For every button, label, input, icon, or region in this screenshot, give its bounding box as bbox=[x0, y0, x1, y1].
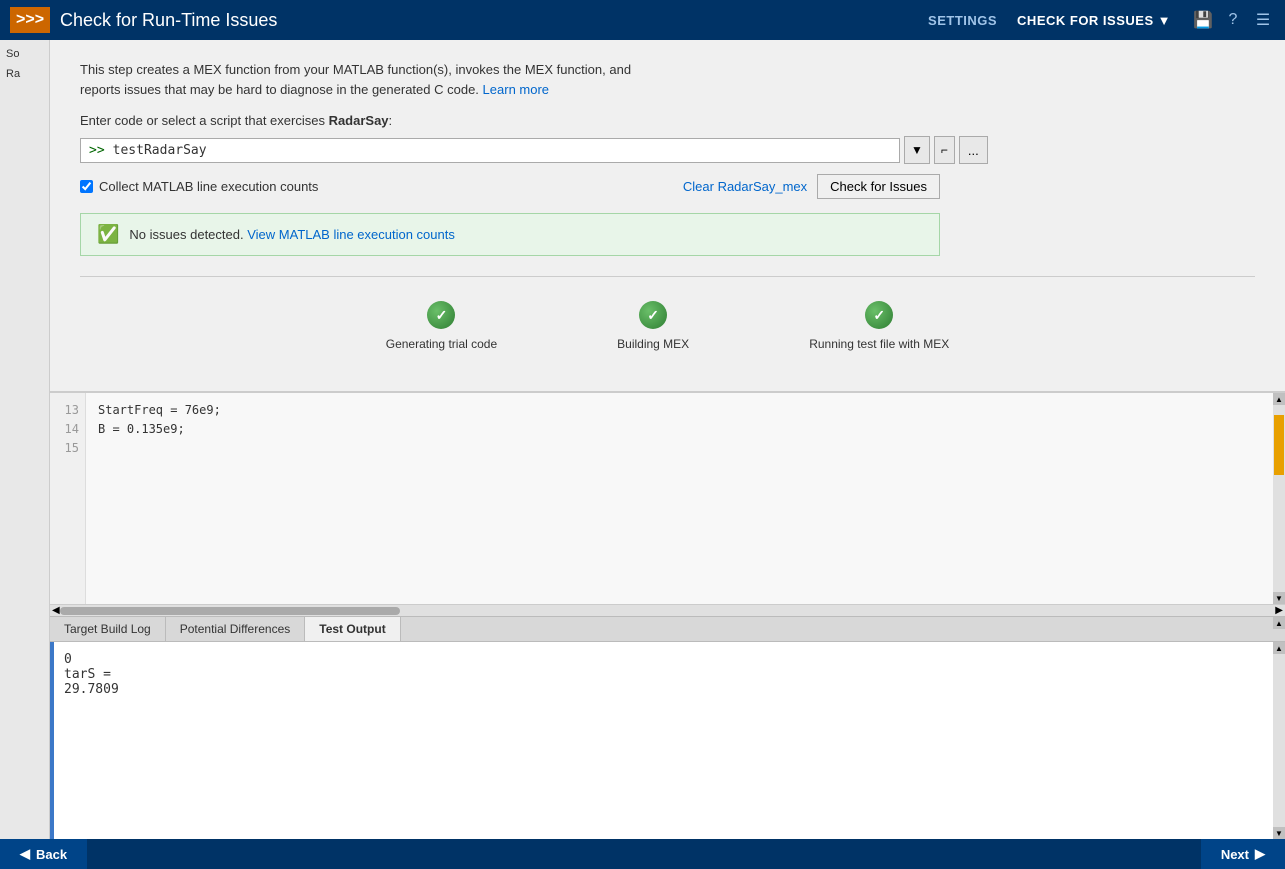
next-button[interactable]: Next ▶ bbox=[1201, 839, 1285, 869]
tab-target-build-log[interactable]: Target Build Log bbox=[50, 617, 166, 641]
next-label: Next bbox=[1221, 847, 1249, 862]
success-icon: ✅ bbox=[97, 224, 119, 245]
back-label: Back bbox=[36, 847, 67, 862]
back-button[interactable]: ◀ Back bbox=[0, 839, 87, 869]
output-line5: 29.7809 bbox=[64, 682, 1263, 697]
step1-icon bbox=[427, 301, 455, 329]
right-scrollbar[interactable]: ▲ ▼ bbox=[1273, 393, 1285, 604]
output-scroll-down[interactable]: ▼ bbox=[1273, 827, 1285, 839]
logo-arrows-text: >>> bbox=[16, 11, 44, 29]
input-row: >> ▼ ⌐ ... bbox=[80, 136, 1255, 164]
step3-label: Running test file with MEX bbox=[809, 337, 949, 351]
dropdown-btn[interactable]: ▼ bbox=[904, 136, 930, 164]
step3-icon bbox=[865, 301, 893, 329]
code-input-wrapper: >> bbox=[80, 138, 900, 163]
nav-check-issues[interactable]: CHECK FOR ISSUES ▼ bbox=[1017, 13, 1171, 28]
main-layout: So Ra This step creates a MEX function f… bbox=[0, 40, 1285, 839]
output-scroll-up[interactable]: ▲ bbox=[1273, 642, 1285, 654]
checkbox-label[interactable]: Collect MATLAB line execution counts bbox=[80, 179, 318, 194]
bottom-bar: ◀ Back Next ▶ bbox=[0, 839, 1285, 869]
tabs-bar: Target Build Log Potential Differences T… bbox=[50, 616, 1285, 642]
help-icon[interactable]: ? bbox=[1221, 8, 1245, 32]
header-nav: SETTINGS CHECK FOR ISSUES ▼ bbox=[928, 13, 1171, 28]
line-num-15: 15 bbox=[56, 439, 79, 458]
tab-potential-differences[interactable]: Potential Differences bbox=[166, 617, 306, 641]
code-prompt: >> bbox=[89, 143, 105, 158]
step2-icon bbox=[639, 301, 667, 329]
description-text: This step creates a MEX function from yo… bbox=[80, 60, 1255, 99]
content-area: This step creates a MEX function from yo… bbox=[50, 40, 1285, 839]
editor-area: 13 14 15 StartFreq = 76e9; B = 0.135e9; … bbox=[50, 392, 1285, 616]
sidebar: So Ra bbox=[0, 40, 50, 839]
options-row: Collect MATLAB line execution counts Cle… bbox=[80, 174, 940, 199]
tab-test-output[interactable]: Test Output bbox=[305, 617, 400, 641]
tab-spacer bbox=[401, 617, 1273, 641]
step1-label: Generating trial code bbox=[386, 337, 497, 351]
scrollbar-down-arrow[interactable]: ▼ bbox=[1273, 592, 1285, 604]
output-container: 0 tarS = 29.7809 ▲ ▼ bbox=[50, 642, 1285, 839]
horizontal-scrollbar[interactable]: ◀ ▶ bbox=[50, 604, 1285, 616]
step-running: Running test file with MEX bbox=[809, 301, 949, 351]
collect-counts-checkbox[interactable] bbox=[80, 180, 93, 193]
main-panel: This step creates a MEX function from yo… bbox=[50, 40, 1285, 392]
scroll-right-arrow[interactable]: ▶ bbox=[1275, 605, 1283, 616]
editor-content: 13 14 15 StartFreq = 76e9; B = 0.135e9; … bbox=[50, 393, 1285, 604]
scroll-left-arrow[interactable]: ◀ bbox=[52, 605, 60, 616]
next-arrow-icon: ▶ bbox=[1255, 846, 1265, 862]
menu-icon[interactable]: ☰ bbox=[1251, 8, 1275, 32]
step-generating: Generating trial code bbox=[386, 301, 497, 351]
header-left: >>> Check for Run-Time Issues bbox=[10, 7, 277, 33]
nav-settings[interactable]: SETTINGS bbox=[928, 13, 997, 28]
header-icons: 💾 ? ☰ bbox=[1191, 8, 1275, 32]
tabs-output-area: Target Build Log Potential Differences T… bbox=[50, 616, 1285, 839]
scrollbar-thumb[interactable] bbox=[1274, 415, 1284, 475]
learn-more-link[interactable]: Learn more bbox=[483, 82, 549, 97]
back-arrow-icon: ◀ bbox=[20, 846, 30, 862]
code-line-14: StartFreq = 76e9; bbox=[98, 401, 1261, 420]
scrollbar-track bbox=[1273, 405, 1285, 592]
function-name: RadarSay bbox=[329, 113, 389, 128]
clear-link[interactable]: Clear RadarSay_mex bbox=[683, 179, 807, 194]
save-icon[interactable]: 💾 bbox=[1191, 8, 1215, 32]
output-area: 0 tarS = 29.7809 bbox=[50, 642, 1273, 839]
logo-icon: >>> bbox=[10, 7, 50, 33]
sidebar-item-ra[interactable]: Ra bbox=[0, 64, 49, 84]
view-counts-link[interactable]: View MATLAB line execution counts bbox=[247, 227, 455, 242]
check-issues-button[interactable]: Check for Issues bbox=[817, 174, 940, 199]
header-title: Check for Run-Time Issues bbox=[60, 10, 277, 31]
ellipsis-btn[interactable]: ... bbox=[959, 136, 988, 164]
separator bbox=[80, 276, 1255, 277]
success-text: No issues detected. View MATLAB line exe… bbox=[129, 227, 454, 242]
steps-row: Generating trial code Building MEX Runni… bbox=[80, 291, 1255, 371]
header: >>> Check for Run-Time Issues SETTINGS C… bbox=[0, 0, 1285, 40]
enter-code-label: Enter code or select a script that exerc… bbox=[80, 113, 1255, 128]
tab-scroll-up[interactable]: ▲ bbox=[1273, 617, 1285, 629]
scrollbar-thumb-h[interactable] bbox=[60, 607, 400, 615]
nav-check-arrow: ▼ bbox=[1158, 13, 1171, 28]
line-num-14: 14 bbox=[56, 420, 79, 439]
line-num-13: 13 bbox=[56, 401, 79, 420]
step-building: Building MEX bbox=[617, 301, 689, 351]
code-content[interactable]: StartFreq = 76e9; B = 0.135e9; bbox=[86, 393, 1273, 604]
header-right: SETTINGS CHECK FOR ISSUES ▼ 💾 ? ☰ bbox=[928, 8, 1275, 32]
success-bar: ✅ No issues detected. View MATLAB line e… bbox=[80, 213, 940, 256]
sidebar-item-so[interactable]: So bbox=[0, 44, 49, 64]
step2-label: Building MEX bbox=[617, 337, 689, 351]
line-numbers: 13 14 15 bbox=[50, 393, 86, 604]
scrollbar-up-arrow[interactable]: ▲ bbox=[1273, 393, 1285, 405]
options-right: Clear RadarSay_mex Check for Issues bbox=[683, 174, 940, 199]
app-logo: >>> bbox=[10, 7, 50, 33]
code-line-15: B = 0.135e9; bbox=[98, 420, 1261, 439]
output-scrollbar-track bbox=[1273, 654, 1285, 827]
output-scrollbar[interactable]: ▲ ▼ bbox=[1273, 642, 1285, 839]
code-input[interactable] bbox=[113, 143, 891, 158]
output-line3: tarS = bbox=[64, 667, 1263, 682]
expand-btn[interactable]: ⌐ bbox=[934, 136, 955, 164]
output-line1: 0 bbox=[64, 652, 1263, 667]
